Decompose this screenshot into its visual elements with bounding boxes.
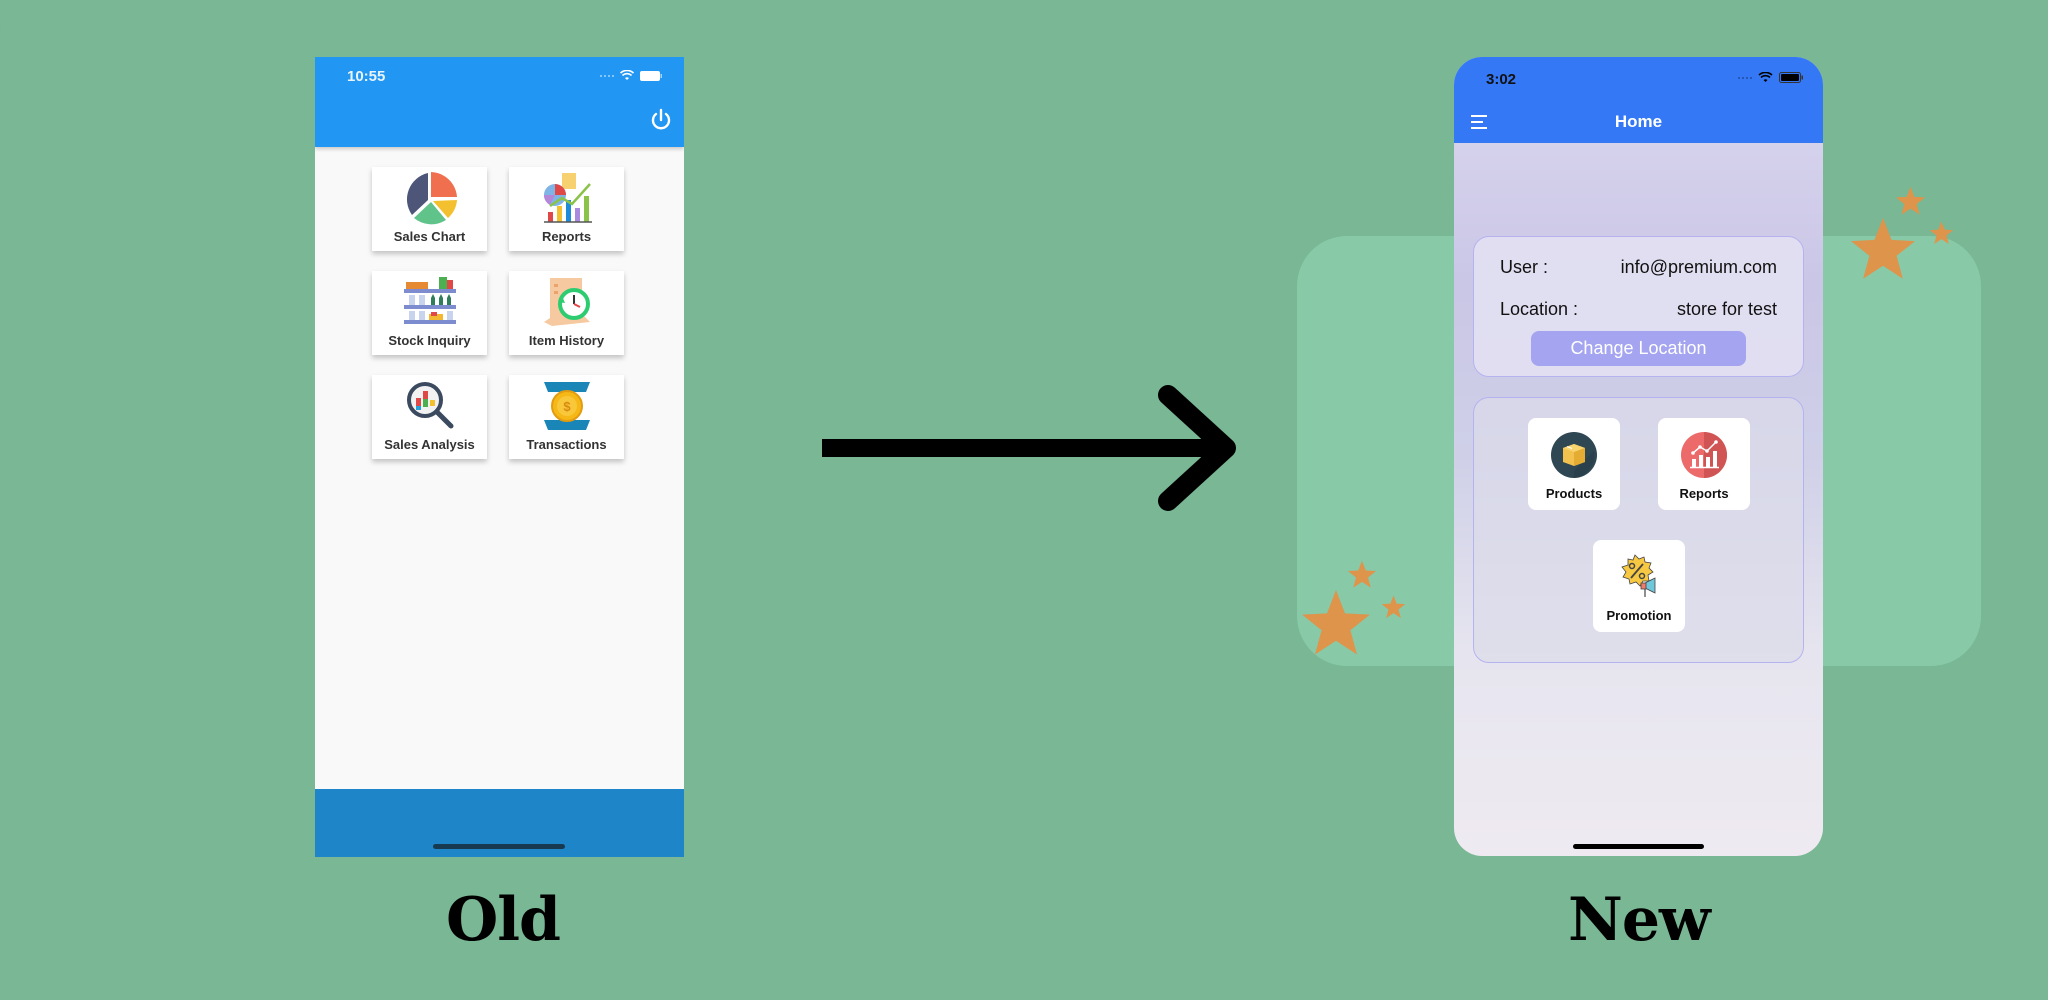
user-info-card: User : info@premium.com Location : store… <box>1473 236 1804 377</box>
battery-icon <box>640 70 662 81</box>
old-app-screen: 10:55 Sales Chart Reports Stock Inquiry … <box>315 57 684 857</box>
star-icon <box>1302 590 1370 655</box>
old-tile-sales-chart[interactable]: Sales Chart <box>372 167 487 251</box>
status-time: 3:02 <box>1486 71 1517 88</box>
shelf-stock-icon <box>403 277 456 324</box>
status-icons <box>1738 72 1803 83</box>
svg-text:$: $ <box>563 399 571 414</box>
change-location-button[interactable]: Change Location <box>1531 331 1746 366</box>
old-tile-label: Sales Chart <box>393 229 466 244</box>
box-icon <box>1551 432 1597 478</box>
battery-icon <box>1779 72 1803 83</box>
old-tile-label: Transactions <box>526 437 607 452</box>
old-footer-bar <box>315 789 684 857</box>
wifi-icon <box>620 70 634 80</box>
star-icon <box>1895 186 1926 215</box>
star-icon <box>1850 217 1916 279</box>
location-row: Location : store for test <box>1500 299 1777 320</box>
old-tile-transactions[interactable]: $ Transactions <box>509 375 624 459</box>
report-chart-icon <box>543 173 592 223</box>
home-indicator <box>1573 844 1704 849</box>
power-icon[interactable] <box>648 107 674 133</box>
comparison-canvas: 10:55 Sales Chart Reports Stock Inquiry … <box>0 0 2048 1000</box>
old-tile-label: Stock Inquiry <box>388 333 471 348</box>
tile-promotion[interactable]: Promotion <box>1593 540 1685 632</box>
old-tile-label: Sales Analysis <box>384 437 475 452</box>
status-icons <box>600 70 662 81</box>
old-tile-reports[interactable]: Reports <box>509 167 624 251</box>
tile-label: Promotion <box>1606 608 1672 623</box>
old-header: 10:55 <box>315 57 684 147</box>
star-icon <box>1347 560 1377 588</box>
old-tile-sales-analysis[interactable]: Sales Analysis <box>372 375 487 459</box>
location-value: store for test <box>1676 299 1777 319</box>
pie-chart-icon <box>406 172 457 225</box>
location-label: Location : <box>1500 299 1579 319</box>
signal-icon <box>1738 76 1752 79</box>
user-row: User : info@premium.com <box>1500 257 1777 278</box>
star-icon <box>1381 595 1406 618</box>
old-tile-label: Item History <box>528 333 605 348</box>
status-time: 10:55 <box>347 68 386 85</box>
new-header: 3:02 Home <box>1454 57 1823 143</box>
old-caption: Old <box>446 885 561 955</box>
report-chart-icon <box>1681 432 1727 478</box>
user-value: info@premium.com <box>1620 257 1777 277</box>
menu-card: Products Reports Promotion <box>1473 397 1804 663</box>
new-app-screen: 3:02 Home User : info@premium.com Locati… <box>1454 57 1823 856</box>
old-tile-label: Reports <box>541 229 592 244</box>
right-arrow-icon <box>822 385 1236 511</box>
tile-label: Reports <box>1679 486 1729 501</box>
history-clock-icon <box>543 278 590 326</box>
page-title: Home <box>1614 112 1663 131</box>
old-tile-item-history[interactable]: Item History <box>509 271 624 355</box>
user-label: User : <box>1500 257 1549 277</box>
new-caption: New <box>1568 885 1711 955</box>
signal-icon <box>600 74 614 77</box>
tile-products[interactable]: Products <box>1528 418 1620 510</box>
coin-transfer-icon: $ <box>543 382 590 430</box>
star-icon <box>1929 221 1954 244</box>
tile-reports[interactable]: Reports <box>1658 418 1750 510</box>
home-indicator <box>433 844 565 849</box>
old-tile-stock-inquiry[interactable]: Stock Inquiry <box>372 271 487 355</box>
magnifier-chart-icon <box>406 382 453 429</box>
promotion-megaphone-icon <box>1621 554 1656 597</box>
old-menu-grid: Sales Chart Reports Stock Inquiry Item H… <box>372 167 626 459</box>
tile-label: Products <box>1545 486 1603 501</box>
wifi-icon <box>1758 72 1773 82</box>
